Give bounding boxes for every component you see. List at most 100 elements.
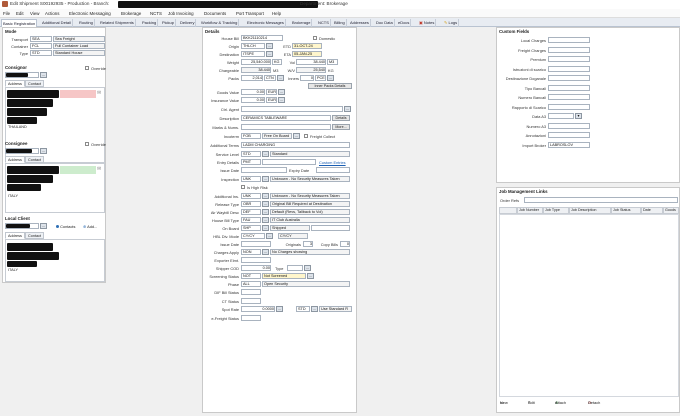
menu-actions[interactable]: Actions <box>45 11 59 16</box>
custom-field-input[interactable] <box>548 46 590 53</box>
tab-addresses[interactable]: Addresses <box>349 19 371 27</box>
menu-file[interactable]: File <box>3 11 10 16</box>
tab-billing[interactable]: Billing <box>333 19 347 27</box>
tab-workflow-tracking[interactable]: Workflow & Tracking <box>200 19 240 27</box>
insurance-currency-lookup-button[interactable]: … <box>278 97 285 103</box>
custom-field-input[interactable] <box>548 132 590 138</box>
service-level-lookup-button[interactable]: … <box>262 151 269 157</box>
menu-port-transport[interactable]: Port Transport <box>236 11 264 16</box>
entry-details-field[interactable]: PMT <box>241 159 261 165</box>
on-board-date-field[interactable] <box>311 225 350 231</box>
service-level-field[interactable]: STD <box>241 151 261 157</box>
menu-view[interactable]: View <box>30 11 39 16</box>
col-date[interactable]: Date <box>641 207 663 214</box>
menu-edit[interactable]: Edit <box>16 11 24 16</box>
ct-status-field[interactable] <box>241 298 261 304</box>
issue-date-field[interactable] <box>241 167 287 173</box>
inspection-lookup-button[interactable]: … <box>262 176 269 182</box>
inners-unit-lookup-button[interactable]: … <box>327 75 334 81</box>
expiry-date-field[interactable] <box>316 167 350 173</box>
packs-unit-lookup-button[interactable]: … <box>277 75 284 81</box>
col-job-type[interactable]: Job Type <box>543 207 569 214</box>
custom-field-input[interactable] <box>548 113 574 119</box>
custom-field-input[interactable] <box>548 37 590 43</box>
release-type-lookup-button[interactable]: … <box>262 201 269 207</box>
tab-ncts[interactable]: NCTS <box>317 19 331 27</box>
custom-field-input[interactable] <box>548 122 590 129</box>
efreight-status-field[interactable] <box>241 315 261 321</box>
spot-rate-type-lookup-button[interactable]: … <box>311 306 318 312</box>
inspection-field[interactable]: UNK <box>241 176 261 182</box>
packs-unit-field[interactable]: CTN <box>264 75 276 81</box>
on-board-lookup-button[interactable]: … <box>262 225 269 231</box>
air-waybill-field[interactable]: DEF <box>241 209 261 215</box>
incoterm-lookup-button[interactable]: … <box>293 133 300 139</box>
container-code-field[interactable]: FCL <box>30 43 52 49</box>
menu-documents[interactable]: Documents <box>204 11 226 16</box>
house-bill-type-lookup-button[interactable]: … <box>262 217 269 223</box>
hbl-mode-field[interactable]: CY/CY <box>241 233 265 239</box>
tab-basic-registration[interactable]: Basic Registration <box>1 19 38 27</box>
col-goods[interactable]: Goods <box>663 207 679 214</box>
custom-field-input[interactable] <box>548 56 590 62</box>
ctrl-agent-lookup-button[interactable]: … <box>344 106 351 112</box>
consignor-tab-contact[interactable]: Contact <box>25 80 45 87</box>
vol-unit-field[interactable]: M3 <box>327 59 338 65</box>
menu-brokerage[interactable]: Brokerage <box>121 11 141 16</box>
menu-help[interactable]: Help <box>272 11 281 16</box>
house-bill-type-field[interactable]: FAU <box>241 217 261 223</box>
marks-field[interactable] <box>241 124 331 130</box>
consignor-tab-address[interactable]: Address <box>5 80 25 87</box>
col-job-number[interactable]: Job Number <box>517 207 543 214</box>
date-picker-icon[interactable]: ▾ <box>575 113 582 119</box>
packs-field[interactable]: 2,014 <box>241 75 263 81</box>
spot-rate-currency-lookup-button[interactable]: … <box>276 306 283 312</box>
tab-edocs[interactable]: eDocs <box>397 19 412 27</box>
col-job-description[interactable]: Job Description <box>569 207 611 214</box>
issue-date-2-field[interactable] <box>241 241 271 247</box>
custom-field-input[interactable]: LABROSLOV <box>548 141 590 148</box>
menu-ncts[interactable]: NCTS <box>150 11 162 16</box>
entry-number-field[interactable] <box>262 159 316 165</box>
phase-field[interactable]: ALL <box>241 281 261 287</box>
details-button[interactable]: Details <box>332 115 350 121</box>
destination-lookup-button[interactable]: … <box>266 51 273 57</box>
charges-apply-lookup-button[interactable]: … <box>262 249 269 255</box>
screening-status-field[interactable]: NOT <box>241 273 261 279</box>
consignor-override-checkbox[interactable] <box>85 66 89 70</box>
consignee-tab-contact[interactable]: Contact <box>25 156 45 163</box>
consignee-override-checkbox[interactable] <box>85 142 89 146</box>
domestic-checkbox[interactable] <box>313 36 317 40</box>
transport-code-field[interactable]: SEA <box>30 36 52 42</box>
house-bill-field[interactable]: BKK21110214 <box>241 35 283 41</box>
ctrl-agent-field[interactable] <box>241 106 343 112</box>
add-contact-link[interactable]: ⊕ Add... <box>83 224 97 229</box>
mail-icon[interactable]: ✉ <box>97 166 104 172</box>
dif-bill-status-field[interactable] <box>241 289 261 295</box>
menu-job-invoicing[interactable]: Job Invoicing <box>168 11 194 16</box>
tab-delivery[interactable]: Delivery <box>179 19 197 27</box>
tab-additional-detail[interactable]: Additional Detail <box>41 19 73 27</box>
shipper-cod-type-lookup-button[interactable]: … <box>304 265 311 271</box>
etd-field[interactable]: 31-OCT-24 <box>292 43 322 49</box>
origin-lookup-button[interactable]: … <box>266 43 273 49</box>
inners-field[interactable]: 0 <box>300 75 314 81</box>
vol-field[interactable]: 38.440 <box>296 59 326 65</box>
origin-field[interactable]: THLCH <box>241 43 265 49</box>
consignee-tab-address[interactable]: Address <box>5 156 25 163</box>
spot-rate-type-field[interactable]: STD <box>296 306 310 312</box>
local-client-tab-address[interactable]: Address <box>5 232 25 239</box>
col-job-status[interactable]: Job Status <box>611 207 641 214</box>
freight-collect-checkbox[interactable] <box>304 134 308 138</box>
local-client-lookup-button[interactable]: … <box>40 223 47 229</box>
description-field[interactable]: CERAMICS TABLEWARE <box>241 115 331 121</box>
destination-field[interactable]: ITSPE <box>241 51 265 57</box>
type-code-field[interactable]: STD <box>30 50 52 56</box>
tab-packing[interactable]: Packing <box>141 19 159 27</box>
tab-logs[interactable]: ✎ Logs <box>443 19 460 27</box>
spot-rate-field[interactable]: 0.0000 <box>241 306 275 312</box>
tab-doc-data[interactable]: Doc Data <box>375 19 395 27</box>
insurance-value-field[interactable]: 0.00 <box>241 97 265 103</box>
tab-routing[interactable]: Routing <box>78 19 95 27</box>
screening-status-lookup-button[interactable]: … <box>307 273 314 279</box>
